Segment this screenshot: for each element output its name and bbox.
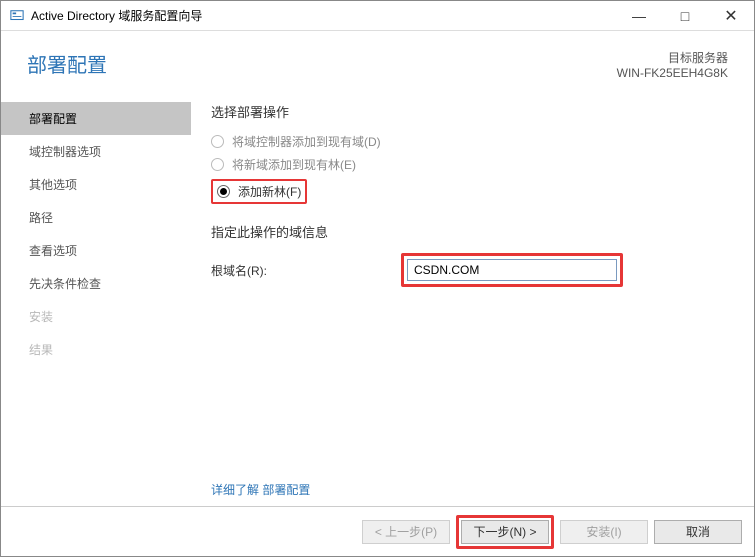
radio-icon [211,158,224,171]
close-button[interactable]: ✕ [708,1,754,31]
radio-add-dc-existing-domain[interactable]: 将域控制器添加到现有域(D) [211,133,734,150]
window-title: Active Directory 域服务配置向导 [31,7,202,24]
highlight-annotation: 添加新林(F) [211,179,307,204]
install-button: 安装(I) [560,520,648,544]
radio-icon [211,135,224,148]
radio-add-new-forest[interactable]: 添加新林(F) [217,183,301,200]
minimize-button[interactable]: — [616,1,662,31]
root-domain-row: 根域名(R): [211,253,734,287]
page-title: 部署配置 [27,49,107,78]
window-controls: — □ ✕ [616,1,754,31]
radio-label: 将域控制器添加到现有域(D) [232,133,381,150]
sidebar-item-prereq-check[interactable]: 先决条件检查 [1,267,191,300]
main-panel: 选择部署操作 将域控制器添加到现有域(D) 将新域添加到现有林(E) 添加新林(… [191,94,744,506]
sidebar-item-review-options[interactable]: 查看选项 [1,234,191,267]
root-domain-label: 根域名(R): [211,262,401,279]
radio-label: 添加新林(F) [238,183,301,200]
highlight-annotation [401,253,623,287]
domain-info-label: 指定此操作的域信息 [211,222,734,241]
maximize-button[interactable]: □ [662,1,708,31]
title-bar: Active Directory 域服务配置向导 — □ ✕ [1,1,754,31]
sidebar-item-results: 结果 [1,333,191,366]
wizard-footer: < 上一步(P) 下一步(N) > 安装(I) 取消 [1,506,754,556]
next-button[interactable]: 下一步(N) > [461,520,549,544]
highlight-annotation: 下一步(N) > [456,515,554,549]
radio-icon [217,185,230,198]
previous-button: < 上一步(P) [362,520,450,544]
radio-add-domain-existing-forest[interactable]: 将新域添加到现有林(E) [211,156,734,173]
target-server-value: WIN-FK25EEH4G8K [617,66,728,80]
app-icon [9,8,25,24]
sidebar-item-other-options[interactable]: 其他选项 [1,168,191,201]
root-domain-input[interactable] [407,259,617,281]
page-header: 部署配置 目标服务器 WIN-FK25EEH4G8K [1,31,754,94]
select-operation-label: 选择部署操作 [211,102,734,121]
sidebar-item-dc-options[interactable]: 域控制器选项 [1,135,191,168]
target-server-label: 目标服务器 [617,49,728,66]
sidebar-item-deployment-config[interactable]: 部署配置 [1,102,191,135]
learn-more-link[interactable]: 详细了解 部署配置 [211,481,310,498]
sidebar-item-paths[interactable]: 路径 [1,201,191,234]
sidebar-item-install: 安装 [1,300,191,333]
content-area: 部署配置 域控制器选项 其他选项 路径 查看选项 先决条件检查 安装 结果 选择… [1,94,754,506]
radio-label: 将新域添加到现有林(E) [232,156,356,173]
target-server-block: 目标服务器 WIN-FK25EEH4G8K [617,49,728,80]
cancel-button[interactable]: 取消 [654,520,742,544]
sidebar: 部署配置 域控制器选项 其他选项 路径 查看选项 先决条件检查 安装 结果 [1,94,191,506]
